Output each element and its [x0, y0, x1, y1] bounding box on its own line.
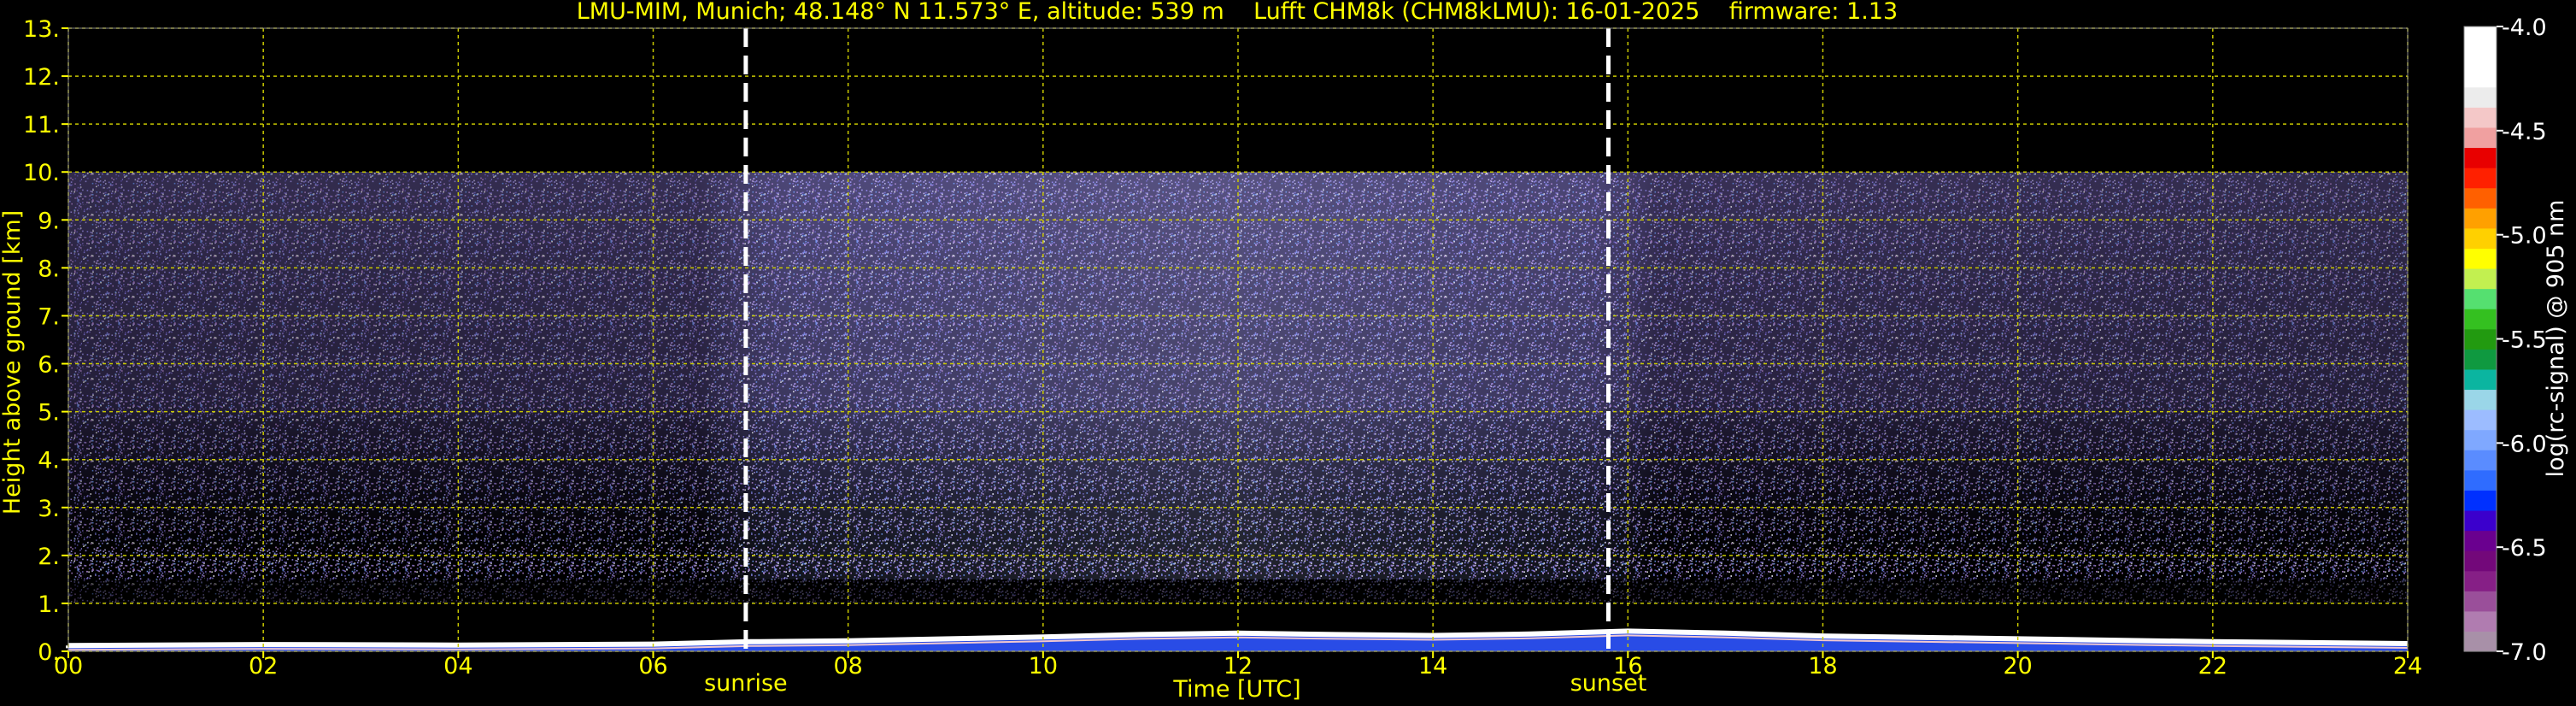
colorbar-segment — [2464, 126, 2497, 149]
y-tick-label: 8. — [38, 256, 60, 282]
x-tick-label: 02 — [249, 653, 278, 680]
colorbar-segment — [2464, 187, 2497, 209]
colorbar-segment — [2464, 389, 2497, 410]
colorbar-tick-label: -6.0 — [2502, 431, 2547, 457]
colorbar-tick-label: -4.5 — [2502, 119, 2547, 145]
colorbar-segment — [2464, 328, 2497, 350]
colorbar-segment — [2464, 409, 2497, 431]
colorbar-segment — [2464, 168, 2497, 189]
colorbar-segment — [2464, 67, 2497, 88]
x-tick-label: 20 — [2003, 653, 2032, 680]
colorbar-segment — [2464, 490, 2497, 511]
colorbar-segment — [2464, 147, 2497, 168]
colorbar-segment — [2464, 550, 2497, 572]
y-tick-label: 0. — [38, 639, 60, 666]
colorbar-segment — [2464, 450, 2497, 471]
x-tick-label: 16 — [1613, 653, 1642, 680]
colorbar-segment — [2464, 349, 2497, 370]
colorbar-tick-label: -6.5 — [2502, 535, 2547, 562]
y-tick-label: 2. — [38, 544, 60, 570]
y-tick-label: 7. — [38, 303, 60, 330]
colorbar-segment — [2464, 309, 2497, 330]
y-tick-label: 11. — [23, 112, 60, 138]
y-tick-label: 3. — [38, 496, 60, 522]
colorbar-label: log(rc-signal) @ 905 nm — [2543, 200, 2569, 478]
sparse-noise-band — [68, 545, 2408, 603]
colorbar-segment — [2464, 86, 2497, 108]
sunrise-label: sunrise — [704, 670, 788, 697]
x-tick-label: 22 — [2198, 653, 2227, 680]
colorbar-tick-label: -7.0 — [2502, 639, 2547, 666]
x-tick-label: 06 — [638, 653, 667, 680]
colorbar-segment — [2464, 227, 2497, 249]
x-tick-label: 14 — [1418, 653, 1447, 680]
colorbar-tick-label: -5.5 — [2502, 327, 2547, 354]
colorbar-segment — [2464, 107, 2497, 128]
y-tick-label: 1. — [38, 591, 60, 618]
colorbar-segment — [2464, 631, 2497, 652]
signal-daylight-overlay — [68, 172, 2408, 580]
x-tick-label: 08 — [833, 653, 862, 680]
y-tick-label: 10. — [23, 160, 60, 186]
x-tick-label: 24 — [2393, 653, 2422, 680]
colorbar-segment — [2464, 570, 2497, 591]
x-tick-label: 10 — [1029, 653, 1058, 680]
colorbar-segment — [2464, 26, 2497, 48]
y-tick-label: 13. — [23, 16, 60, 43]
chart-title: LMU-MIM, Munich; 48.148° N 11.573° E, al… — [577, 0, 1898, 25]
colorbar-tick-label: -5.0 — [2502, 223, 2547, 250]
colorbar: -4.0 -4.5 -5.0 -5.5 -6.0 -6.5 -7.0 — [2463, 15, 2547, 666]
y-tick-label: 6. — [38, 352, 60, 379]
colorbar-segment — [2464, 248, 2497, 269]
colorbar-segment — [2464, 368, 2497, 391]
colorbar-segment — [2464, 610, 2497, 632]
colorbar-segment — [2464, 208, 2497, 229]
colorbar-segment — [2464, 509, 2497, 532]
y-tick-label: 5. — [38, 400, 60, 427]
x-tick-label: 18 — [1808, 653, 1837, 680]
y-tick-label: 12. — [23, 64, 60, 91]
y-axis-label: Height above ground [km] — [0, 210, 26, 515]
colorbar-segment — [2464, 591, 2497, 612]
x-axis-label: Time [UTC] — [1172, 676, 1300, 703]
y-tick-label: 9. — [38, 208, 60, 234]
x-tick-label: 04 — [443, 653, 472, 680]
colorbar-segment — [2464, 46, 2497, 68]
colorbar-segment — [2464, 268, 2497, 290]
colorbar-segment — [2464, 288, 2497, 309]
colorbar-segment — [2464, 530, 2497, 551]
y-tick-label: 4. — [38, 448, 60, 474]
colorbar-segment — [2464, 469, 2497, 491]
colorbar-segment — [2464, 429, 2497, 450]
ceilometer-chart: sunrise sunset 00 02 04 06 08 10 12 14 16 18 20 22 24… — [0, 0, 2569, 703]
colorbar-tick-label: -4.0 — [2502, 15, 2547, 41]
